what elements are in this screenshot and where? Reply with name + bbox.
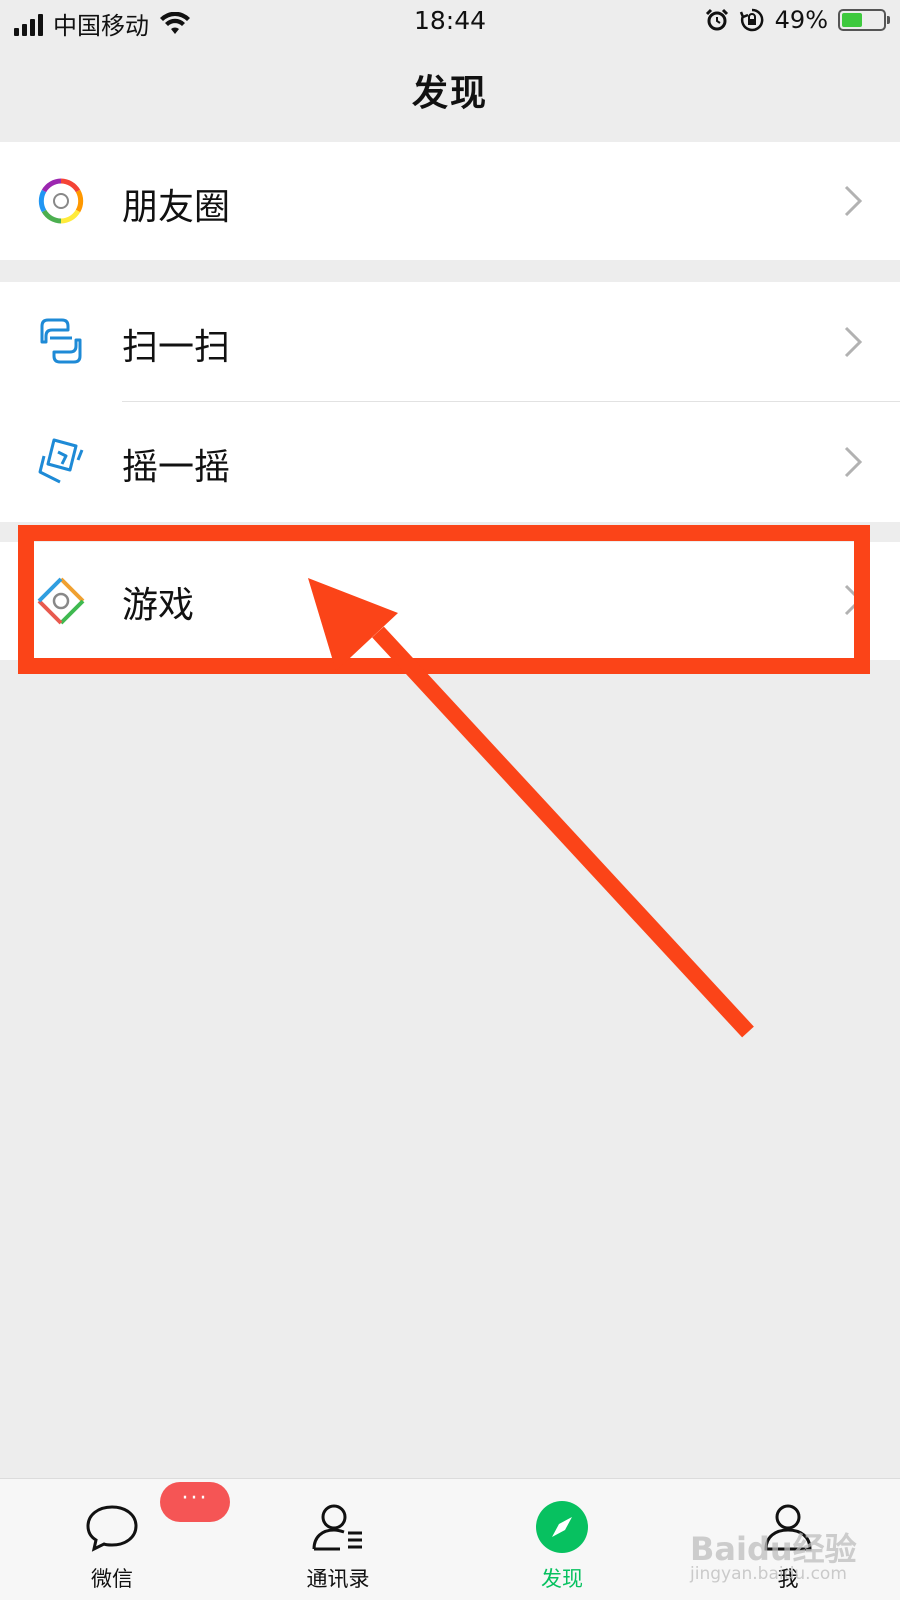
watermark-line2: jingyan.baidu.com: [690, 1564, 847, 1584]
annotation-arrow: [308, 578, 754, 1038]
tab-chats-label: 微信: [91, 1567, 133, 1591]
tab-contacts[interactable]: 通讯录: [258, 1479, 418, 1600]
tab-discover[interactable]: 发现: [482, 1479, 642, 1600]
tab-contacts-label: 通讯录: [306, 1567, 370, 1591]
discover-compass-icon: [536, 1501, 588, 1553]
tab-discover-label: 发现: [541, 1567, 583, 1591]
contacts-icon: [312, 1504, 362, 1551]
unread-badge: ···: [160, 1482, 230, 1522]
baidu-watermark: Baidu经验 jingyan.baidu.com: [690, 1524, 860, 1594]
chat-icon: [86, 1505, 138, 1552]
